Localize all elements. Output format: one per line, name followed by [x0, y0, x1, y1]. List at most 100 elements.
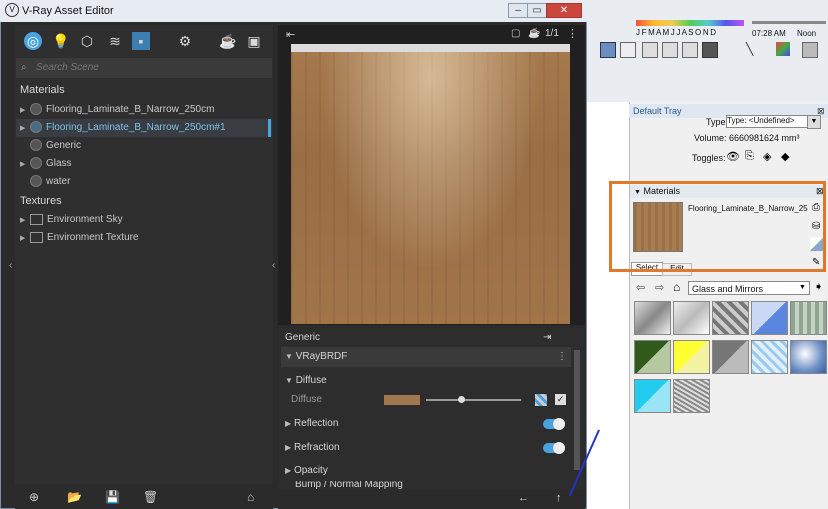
- up-arrow-icon[interactable]: ↑: [556, 492, 562, 504]
- volume-label: Volume:: [694, 133, 727, 143]
- layers-tab-icon[interactable]: ≋: [106, 32, 124, 50]
- library-select[interactable]: Glass and Mirrors: [688, 281, 810, 295]
- diffuse-section-row[interactable]: ▼ Diffuse: [281, 371, 571, 391]
- pin-preview-icon[interactable]: ⇤: [286, 28, 295, 41]
- back-nav-icon[interactable]: ⇦: [636, 281, 645, 294]
- add-layer-icon[interactable]: ⇥: [543, 328, 551, 348]
- volume-value: 6660981624 mm³: [729, 133, 800, 143]
- material-swatch[interactable]: [751, 301, 788, 335]
- brdf-menu-icon[interactable]: ⋮: [557, 347, 567, 367]
- material-swatch[interactable]: [634, 301, 671, 335]
- vray-title-bar[interactable]: V V-Ray Asset Editor – ▭ ✕: [0, 0, 587, 22]
- texture-map-icon[interactable]: [535, 394, 547, 406]
- close-button[interactable]: ✕: [546, 3, 582, 18]
- shadow-month-bar[interactable]: [636, 20, 744, 26]
- opacity-row[interactable]: ▶ Opacity: [281, 461, 571, 481]
- expand-arrow-icon[interactable]: ▶: [20, 103, 30, 119]
- maximize-button[interactable]: ▭: [527, 3, 547, 18]
- preview-square-icon[interactable]: ▢: [511, 28, 520, 39]
- time-slider[interactable]: [752, 21, 826, 24]
- material-item[interactable]: water: [20, 174, 70, 190]
- paint-tool-icon[interactable]: [620, 42, 636, 58]
- collapse-arrow-icon[interactable]: ▼: [281, 376, 293, 385]
- material-swatch[interactable]: [790, 340, 827, 374]
- diffuse-slider[interactable]: [426, 399, 521, 401]
- material-sphere-icon: [30, 139, 42, 152]
- locked-toggle-icon[interactable]: ⎘: [745, 150, 754, 163]
- back-arrow-icon[interactable]: ←: [518, 492, 529, 504]
- preview-counter: 1/1: [545, 28, 559, 39]
- material-item[interactable]: ▶ Flooring_Laminate_B_Narrow_250cm: [20, 102, 214, 118]
- home-icon[interactable]: ⌂: [673, 280, 680, 294]
- reflection-toggle[interactable]: [543, 418, 565, 430]
- material-item[interactable]: ▶ Glass: [20, 156, 72, 172]
- expand-arrow-icon[interactable]: ▶: [20, 157, 30, 173]
- diffuse-slider-handle[interactable]: [458, 396, 465, 403]
- type-dropdown-icon[interactable]: ▼: [807, 115, 821, 129]
- save-icon[interactable]: 💾: [105, 490, 120, 504]
- line-tool-icon[interactable]: ╲: [746, 42, 760, 56]
- push-pull-tool-icon[interactable]: [642, 42, 658, 58]
- frame-buffer-icon[interactable]: ▣: [245, 32, 263, 50]
- expand-arrow-icon[interactable]: ▶: [281, 443, 291, 452]
- bump-row[interactable]: Bump / Normal Mapping: [281, 481, 571, 489]
- library-dropdown-icon[interactable]: ▼: [799, 284, 806, 291]
- material-item-selected[interactable]: ▶ Flooring_Laminate_B_Narrow_250cm#1: [20, 120, 226, 136]
- settings-gear-icon[interactable]: ⚙: [176, 32, 194, 50]
- open-folder-icon[interactable]: 📂: [67, 490, 82, 504]
- material-swatch[interactable]: [634, 379, 671, 413]
- material-swatch[interactable]: [790, 301, 827, 335]
- texture-item[interactable]: ▶ Environment Texture: [20, 230, 139, 246]
- props-scrollbar[interactable]: [574, 350, 580, 470]
- scale-tool-icon[interactable]: [682, 42, 698, 58]
- receive-shadows-icon[interactable]: ◈: [763, 150, 771, 163]
- rotate-tool-icon[interactable]: [662, 42, 678, 58]
- library-details-icon[interactable]: ➧: [814, 280, 823, 293]
- preview-menu-icon[interactable]: ⋮: [567, 27, 578, 40]
- material-item[interactable]: Generic: [20, 138, 81, 154]
- material-swatch[interactable]: [712, 301, 749, 335]
- refraction-toggle[interactable]: [543, 442, 565, 454]
- refraction-row[interactable]: ▶ Refraction: [281, 438, 571, 458]
- add-asset-icon[interactable]: ⊕: [29, 490, 39, 504]
- cast-shadows-icon[interactable]: ◆: [781, 150, 789, 163]
- expand-arrow-icon[interactable]: ▶: [20, 231, 30, 247]
- material-swatch[interactable]: [673, 379, 710, 413]
- materials-tab-icon[interactable]: ◎: [24, 32, 42, 50]
- diffuse-color-swatch[interactable]: [384, 395, 420, 405]
- material-swatch[interactable]: [751, 340, 788, 374]
- collapse-left-arrow-icon[interactable]: ‹: [9, 260, 12, 271]
- material-swatch[interactable]: [673, 340, 710, 374]
- brdf-layer-row[interactable]: ▼ VRayBRDF ⋮: [281, 347, 571, 367]
- search-input[interactable]: ⌕ Search Scene: [16, 58, 272, 78]
- entity-type-select[interactable]: Type: <Undefined>: [726, 115, 808, 128]
- minimize-button[interactable]: –: [508, 3, 528, 18]
- delete-icon[interactable]: 🗑: [143, 490, 158, 504]
- purge-icon[interactable]: ⌂: [247, 490, 254, 504]
- expand-arrow-icon[interactable]: ▶: [20, 121, 30, 137]
- lights-tab-icon[interactable]: 💡: [52, 32, 70, 50]
- diffuse-checkbox[interactable]: ✓: [555, 394, 566, 405]
- material-swatch[interactable]: [673, 301, 710, 335]
- expand-arrow-icon[interactable]: ▶: [20, 213, 30, 229]
- render-teapot-icon[interactable]: ☕: [219, 32, 237, 50]
- collapse-panel-arrow-icon[interactable]: ‹: [272, 260, 275, 271]
- collapse-arrow-icon[interactable]: ▼: [281, 352, 293, 361]
- forward-nav-icon[interactable]: ⇨: [655, 281, 664, 294]
- preview-teapot-icon[interactable]: ☕: [528, 28, 540, 39]
- components-icon[interactable]: [802, 42, 818, 58]
- materials-palette-icon[interactable]: [776, 42, 790, 56]
- material-swatch[interactable]: [634, 340, 671, 374]
- offset-tool-icon[interactable]: [702, 42, 718, 58]
- scene-bottom-toolbar: ⊕ 📂 💾 🗑 ⌂: [15, 485, 273, 509]
- shadow-time-noon: Noon: [797, 29, 817, 38]
- hidden-toggle-eye-icon[interactable]: 👁: [726, 150, 740, 163]
- expand-arrow-icon[interactable]: ▶: [281, 466, 291, 475]
- expand-arrow-icon[interactable]: ▶: [281, 419, 291, 428]
- material-swatch[interactable]: [712, 340, 749, 374]
- texture-item[interactable]: ▶ Environment Sky: [20, 212, 123, 228]
- reflection-row[interactable]: ▶ Reflection: [281, 414, 571, 434]
- eraser-tool-icon[interactable]: [600, 42, 616, 58]
- geometry-tab-icon[interactable]: ⬡: [78, 32, 96, 50]
- render-elements-tab-icon[interactable]: ▪: [132, 32, 150, 50]
